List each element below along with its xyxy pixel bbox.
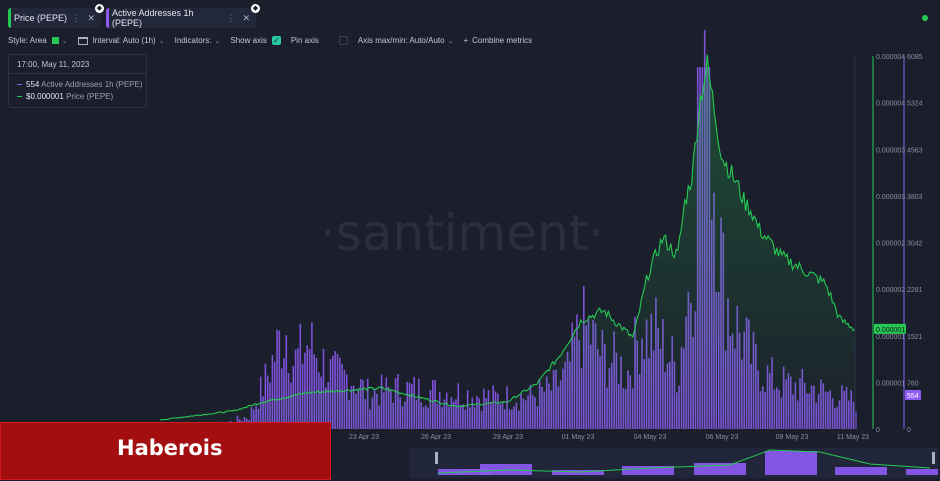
legend-date: 17:00, May 11, 2023	[17, 60, 90, 69]
legend: 17:00, May 11, 2023 554 Active Addresses…	[8, 54, 147, 108]
legend-name: Price (PEPE)	[66, 92, 114, 101]
price-tick-label: 0.000001	[876, 380, 905, 387]
aa-tick-label: 760	[907, 380, 919, 387]
legend-marker	[17, 96, 22, 98]
aa-tick-label: 5324	[907, 101, 923, 108]
legend-row: $0.000001 Price (PEPE)	[17, 92, 113, 101]
aa-tick-label: 3042	[907, 241, 923, 248]
navigator-bar	[906, 469, 940, 475]
x-tick-label: 04 May 23	[634, 434, 667, 441]
range-navigator[interactable]	[410, 448, 940, 478]
navigator-bar	[694, 463, 746, 475]
legend-value: $0.000001	[26, 92, 64, 101]
x-tick-label: 23 Apr 23	[349, 434, 379, 441]
price-tick-label: 0.000003	[876, 194, 905, 201]
legend-name: Active Addresses 1h (PEPE)	[41, 80, 143, 89]
x-tick-label: 26 Apr 23	[421, 434, 451, 441]
aa-current-label: 554	[907, 393, 919, 400]
x-tick-label: 09 May 23	[776, 434, 809, 441]
price-tick-label: 0.000002	[876, 287, 905, 294]
aa-tick-label: 6085	[907, 54, 923, 61]
x-tick-label: 06 May 23	[706, 434, 739, 441]
aa-tick-label: 4563	[907, 147, 923, 154]
price-tick-label: 0.000004	[876, 101, 905, 108]
aa-tick-label: 1521	[907, 334, 923, 341]
legend-row: 554 Active Addresses 1h (PEPE)	[17, 80, 143, 89]
x-tick-label: 29 Apr 23	[493, 434, 523, 441]
navigator-handle-left	[435, 452, 438, 464]
aa-tick-label: 2281	[907, 287, 923, 294]
legend-divider	[9, 73, 146, 74]
price-tick-label: 0.000003	[876, 147, 905, 154]
price-current-label: 0.000001	[876, 327, 905, 334]
navigator-chart	[435, 449, 940, 475]
x-tick-label: 01 May 23	[562, 434, 595, 441]
price-tick-label: 0	[876, 427, 880, 434]
navigator-bar	[765, 451, 817, 475]
aa-tick-label: 0	[907, 427, 911, 434]
legend-marker	[17, 84, 22, 86]
x-tick-label: 11 May 23	[837, 434, 869, 441]
navigator-handle-right	[932, 452, 935, 464]
overlay-banner: Haberois	[0, 422, 331, 480]
overlay-banner-text: Haberois	[117, 436, 223, 460]
aa-tick-label: 3803	[907, 194, 923, 201]
watermark: ·santiment·	[320, 204, 604, 262]
navigator-bar	[835, 467, 887, 475]
navigator-bar	[480, 464, 532, 475]
price-tick-label: 0.000004	[876, 54, 905, 61]
legend-value: 554	[26, 80, 40, 89]
price-tick-label: 0.000001	[876, 334, 905, 341]
price-tick-label: 0.000002	[876, 241, 905, 248]
